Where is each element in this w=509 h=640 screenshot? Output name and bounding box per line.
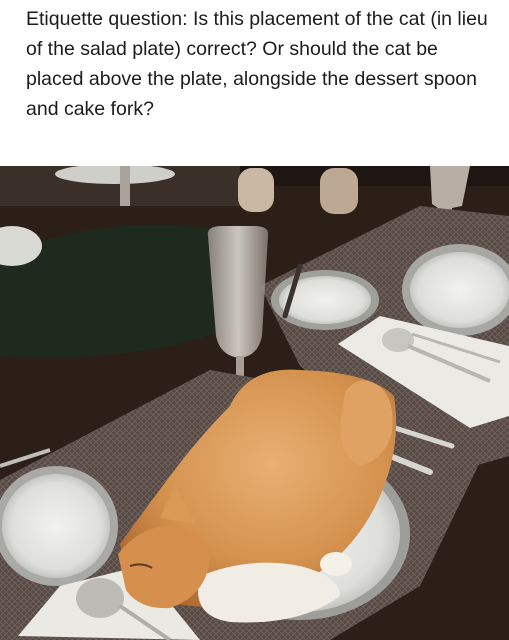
back-glass-stem	[120, 166, 130, 206]
photo-illustration	[0, 166, 509, 640]
caption-text: Etiquette question: Is this placement of…	[26, 8, 488, 120]
caption-area: Etiquette question: Is this placement of…	[0, 0, 509, 166]
soup-spoon-bowl	[76, 578, 124, 618]
pepper-shaker	[320, 168, 358, 214]
right-plate	[410, 252, 509, 328]
salt-shaker	[238, 168, 274, 212]
left-plate	[2, 474, 110, 578]
cat-table-photo	[0, 166, 509, 640]
champagne-flute	[207, 226, 269, 358]
meme-post: Etiquette question: Is this placement of…	[0, 0, 509, 640]
cat-paw	[320, 552, 352, 576]
